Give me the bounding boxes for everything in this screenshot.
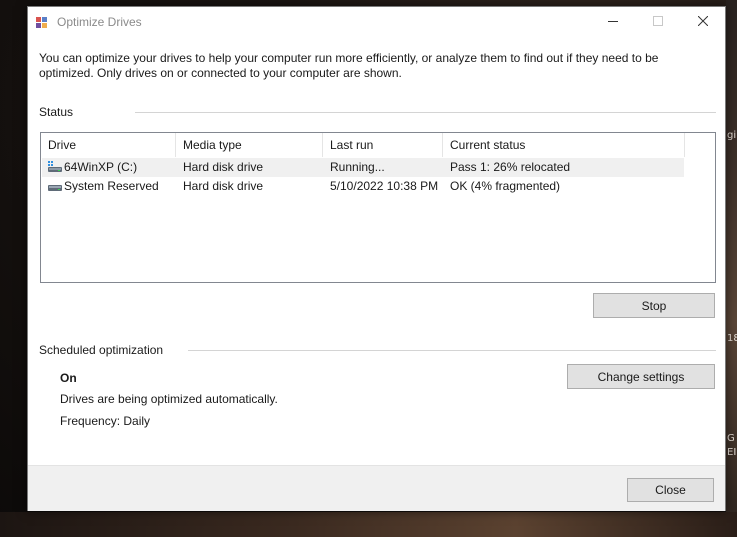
drives-list[interactable]: Drive Media type Last run Current status… [40,132,716,283]
title-bar[interactable]: Optimize Drives [28,7,725,37]
column-header-drive[interactable]: Drive [41,133,176,157]
scheduled-section-divider [188,350,716,351]
media-type: Hard disk drive [183,179,264,193]
close-button[interactable]: Close [627,478,714,502]
hard-drive-icon [48,180,62,192]
desktop-background-strip: gi 18 G EI [726,0,737,537]
maximize-button [635,7,680,37]
media-type: Hard disk drive [183,160,264,174]
dialog-footer: Close [28,465,725,511]
close-window-button[interactable] [680,7,725,37]
window-title: Optimize Drives [57,15,142,29]
drive-row-system-reserved[interactable]: System Reserved Hard disk drive 5/10/202… [42,177,684,196]
scheduled-section-label: Scheduled optimization [39,343,164,357]
drive-row-c[interactable]: 64WinXP (C:) Hard disk drive Running... … [42,158,684,177]
maximize-icon [652,15,663,29]
schedule-frequency: Frequency: Daily [60,414,151,428]
last-run: 5/10/2022 10:38 PM [330,179,439,193]
desktop-icon-label-fragment: 18 [727,333,737,344]
stop-button[interactable]: Stop [593,293,715,318]
schedule-state: On [60,371,77,385]
defrag-app-icon [36,16,48,28]
status-section-label: Status [39,105,74,119]
column-header-last-run[interactable]: Last run [323,133,443,157]
optimize-drives-window: Optimize Drives You can optimize your dr… [27,6,726,511]
minimize-icon [607,15,618,29]
status-section-divider [135,112,716,113]
desktop-icon-label-fragment: gi [727,130,737,141]
windows-drive-icon [48,161,62,173]
description-text: You can optimize your drives to help you… [39,51,659,80]
current-status: Pass 1: 26% relocated [450,160,571,174]
desktop-icon-label-fragment: EI [727,447,737,458]
column-header-media-type[interactable]: Media type [176,133,323,157]
desktop-background-bottom [0,512,737,537]
minimize-button[interactable] [590,7,635,37]
current-status: OK (4% fragmented) [450,179,561,193]
schedule-message: Drives are being optimized automatically… [60,392,278,406]
change-settings-button[interactable]: Change settings [567,364,715,389]
column-header-current-status[interactable]: Current status [443,133,685,157]
drive-name: System Reserved [64,179,159,193]
close-icon [697,15,708,29]
drives-list-header: Drive Media type Last run Current status [41,133,715,157]
desktop-icon-label-fragment: G [727,433,735,444]
last-run: Running... [330,160,385,174]
drive-name: 64WinXP (C:) [64,160,138,174]
